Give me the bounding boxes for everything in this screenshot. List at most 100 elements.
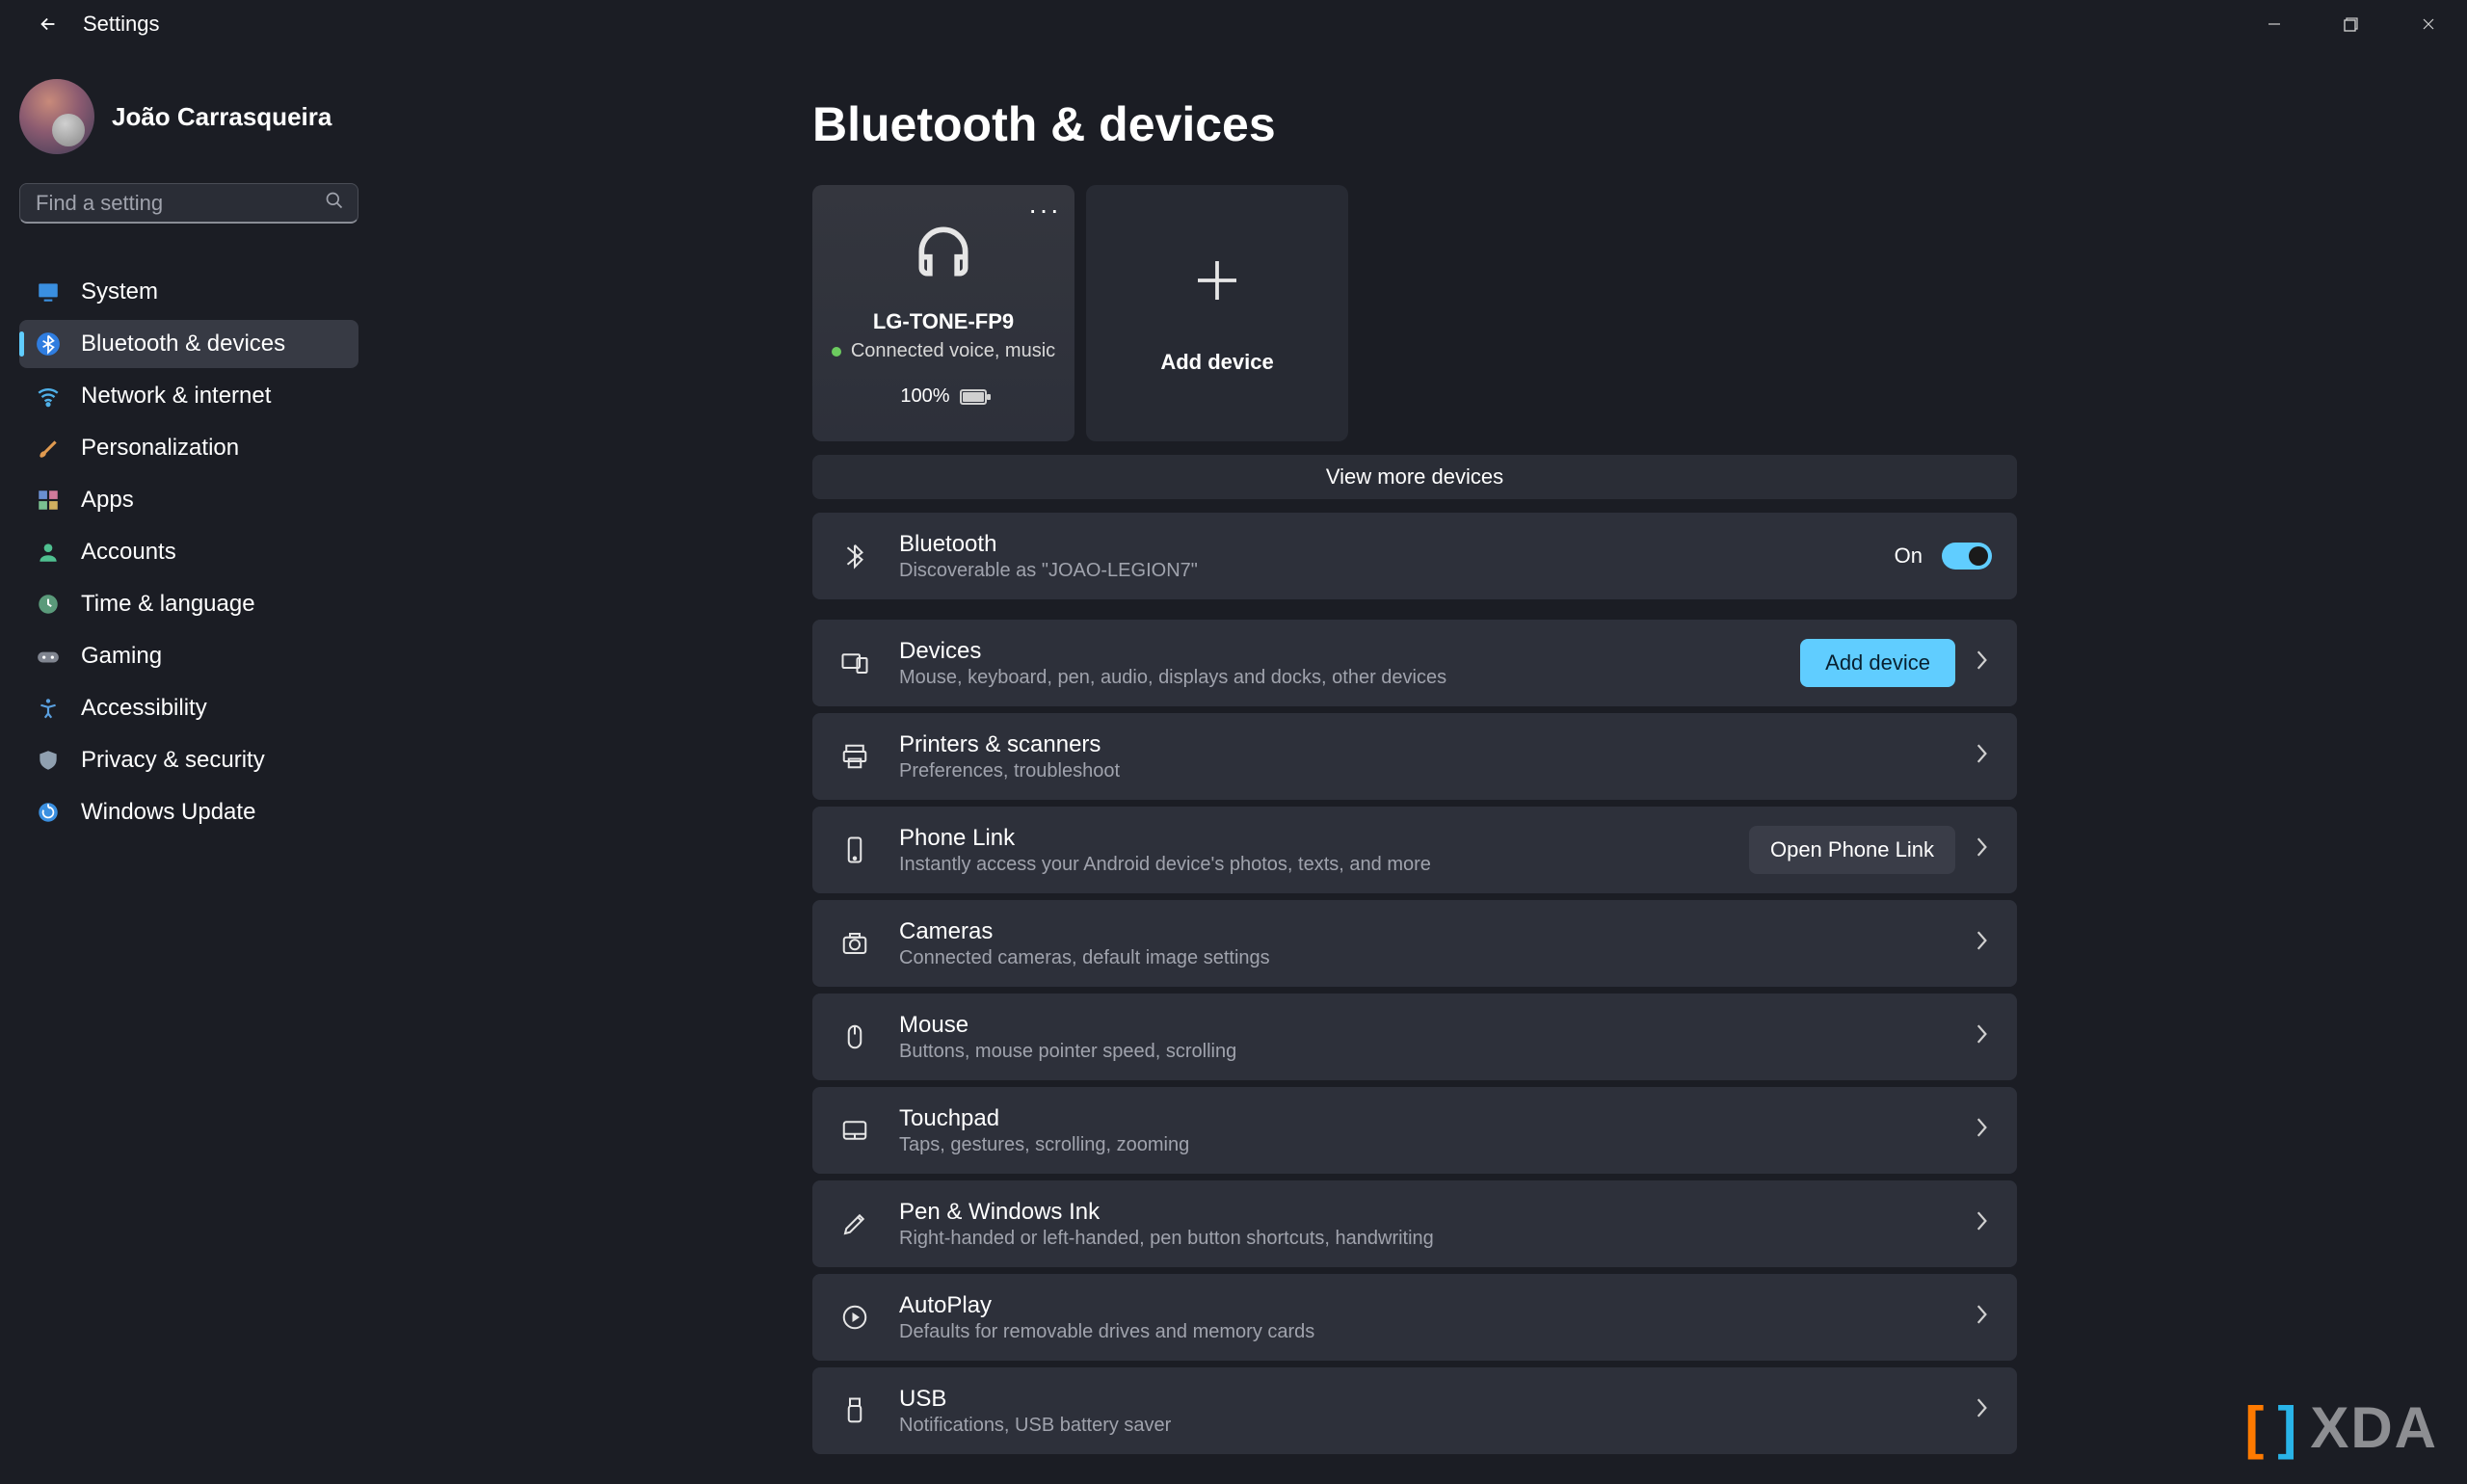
minimize-button[interactable] xyxy=(2236,0,2313,48)
bluetooth-toggle-row: Bluetooth Discoverable as "JOAO-LEGION7"… xyxy=(812,513,2017,599)
battery-text: 100% xyxy=(900,385,949,408)
window-controls xyxy=(2236,0,2467,48)
add-device-button[interactable]: Add device xyxy=(1800,639,1955,687)
autoplay-row[interactable]: AutoPlay Defaults for removable drives a… xyxy=(812,1274,2017,1361)
device-battery: 100% xyxy=(900,385,986,408)
sidebar-item-label: Privacy & security xyxy=(81,747,265,774)
chevron-right-icon xyxy=(1975,1304,1992,1331)
shield-icon xyxy=(35,747,62,774)
search-input[interactable] xyxy=(34,190,325,217)
row-sub: Instantly access your Android device's p… xyxy=(899,854,1722,876)
window-title: Settings xyxy=(83,12,160,37)
chevron-right-icon xyxy=(1975,836,1992,863)
sidebar-item-label: System xyxy=(81,278,158,305)
accessibility-icon xyxy=(35,695,62,722)
phone-icon xyxy=(837,835,872,864)
usb-icon xyxy=(837,1396,872,1425)
chevron-right-icon xyxy=(1975,743,1992,770)
sidebar-item-accessibility[interactable]: Accessibility xyxy=(19,684,358,732)
titlebar: Settings xyxy=(0,0,2467,48)
sidebar-item-time-language[interactable]: Time & language xyxy=(19,580,358,628)
sidebar-item-label: Accessibility xyxy=(81,695,207,722)
row-sub: Discoverable as "JOAO-LEGION7" xyxy=(899,560,1868,582)
row-title: Phone Link xyxy=(899,825,1722,852)
row-sub: Taps, gestures, scrolling, zooming xyxy=(899,1134,1948,1156)
sidebar-item-network[interactable]: Network & internet xyxy=(19,372,358,420)
apps-icon xyxy=(35,487,62,514)
device-card[interactable]: ··· LG-TONE-FP9 Connected voice, music 1… xyxy=(812,185,1074,441)
camera-icon xyxy=(837,929,872,958)
sidebar-item-privacy-security[interactable]: Privacy & security xyxy=(19,736,358,784)
bluetooth-icon xyxy=(35,331,62,358)
touchpad-row[interactable]: Touchpad Taps, gestures, scrolling, zoom… xyxy=(812,1087,2017,1174)
bracket-icon: [ xyxy=(2244,1394,2266,1461)
sidebar: João Carrasqueira System Bluetooth & dev… xyxy=(0,48,378,836)
pen-row[interactable]: Pen & Windows Ink Right-handed or left-h… xyxy=(812,1180,2017,1267)
toggle-state-label: On xyxy=(1895,543,1923,569)
sidebar-item-bluetooth-devices[interactable]: Bluetooth & devices xyxy=(19,320,358,368)
row-title: Mouse xyxy=(899,1012,1948,1039)
headphones-icon xyxy=(911,219,976,290)
maximize-button[interactable] xyxy=(2313,0,2390,48)
chevron-right-icon xyxy=(1975,1117,1992,1144)
add-device-label: Add device xyxy=(1160,350,1273,375)
row-title: Cameras xyxy=(899,918,1948,945)
devices-icon xyxy=(837,649,872,677)
sidebar-item-system[interactable]: System xyxy=(19,268,358,316)
sidebar-item-label: Windows Update xyxy=(81,799,255,826)
back-button[interactable] xyxy=(27,3,69,45)
chevron-right-icon xyxy=(1975,1397,1992,1424)
cameras-row[interactable]: Cameras Connected cameras, default image… xyxy=(812,900,2017,987)
device-status: Connected voice, music xyxy=(832,340,1055,362)
search-icon xyxy=(325,191,344,216)
bluetooth-row-icon xyxy=(837,542,872,570)
device-more-button[interactable]: ··· xyxy=(1028,195,1061,225)
row-sub: Right-handed or left-handed, pen button … xyxy=(899,1228,1948,1250)
device-tiles: ··· LG-TONE-FP9 Connected voice, music 1… xyxy=(812,185,2017,441)
row-title: AutoPlay xyxy=(899,1292,1948,1319)
chevron-right-icon xyxy=(1975,1210,1992,1237)
system-icon xyxy=(35,278,62,305)
row-title: Bluetooth xyxy=(899,531,1868,558)
phone-link-row[interactable]: Phone Link Instantly access your Android… xyxy=(812,807,2017,893)
devices-row[interactable]: Devices Mouse, keyboard, pen, audio, dis… xyxy=(812,620,2017,706)
user-block[interactable]: João Carrasqueira xyxy=(19,62,358,183)
row-sub: Buttons, mouse pointer speed, scrolling xyxy=(899,1041,1948,1063)
battery-icon xyxy=(960,389,987,405)
sidebar-item-label: Apps xyxy=(81,487,134,514)
sidebar-item-label: Network & internet xyxy=(81,383,271,410)
plus-icon xyxy=(1188,252,1246,315)
usb-row[interactable]: USB Notifications, USB battery saver xyxy=(812,1367,2017,1454)
row-sub: Notifications, USB battery saver xyxy=(899,1415,1948,1437)
sidebar-item-personalization[interactable]: Personalization xyxy=(19,424,358,472)
view-more-label: View more devices xyxy=(1326,464,1503,490)
avatar xyxy=(19,79,94,154)
update-icon xyxy=(35,799,62,826)
sidebar-item-label: Gaming xyxy=(81,643,162,670)
watermark: [] XDA xyxy=(2244,1394,2438,1461)
mouse-row[interactable]: Mouse Buttons, mouse pointer speed, scro… xyxy=(812,994,2017,1080)
sidebar-item-apps[interactable]: Apps xyxy=(19,476,358,524)
search-field[interactable] xyxy=(19,183,358,224)
printers-row[interactable]: Printers & scanners Preferences, trouble… xyxy=(812,713,2017,800)
nav: System Bluetooth & devices Network & int… xyxy=(19,268,358,836)
add-device-card[interactable]: Add device xyxy=(1086,185,1348,441)
row-title: Devices xyxy=(899,638,1773,665)
user-name: João Carrasqueira xyxy=(112,102,332,132)
close-button[interactable] xyxy=(2390,0,2467,48)
row-title: USB xyxy=(899,1386,1948,1413)
mouse-icon xyxy=(837,1022,872,1051)
sidebar-item-windows-update[interactable]: Windows Update xyxy=(19,788,358,836)
bluetooth-toggle[interactable] xyxy=(1942,543,1992,570)
view-more-devices[interactable]: View more devices xyxy=(812,455,2017,499)
row-sub: Connected cameras, default image setting… xyxy=(899,947,1948,969)
paintbrush-icon xyxy=(35,435,62,462)
printer-icon xyxy=(837,742,872,771)
row-sub: Preferences, troubleshoot xyxy=(899,760,1948,782)
sidebar-item-accounts[interactable]: Accounts xyxy=(19,528,358,576)
chevron-right-icon xyxy=(1975,930,1992,957)
sidebar-item-label: Bluetooth & devices xyxy=(81,331,285,358)
device-name: LG-TONE-FP9 xyxy=(873,309,1014,334)
sidebar-item-gaming[interactable]: Gaming xyxy=(19,632,358,680)
open-phone-link-button[interactable]: Open Phone Link xyxy=(1749,826,1955,874)
